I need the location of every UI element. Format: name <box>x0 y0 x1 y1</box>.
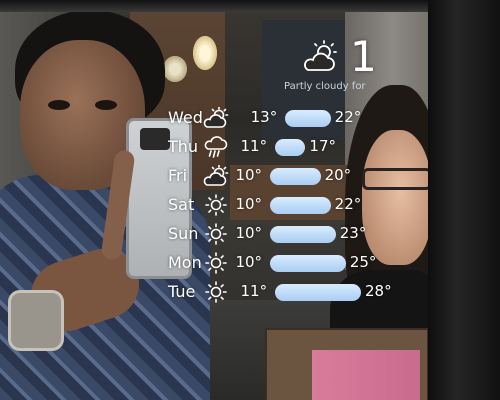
forecast-row: Fri 10° 20° <box>165 164 435 188</box>
forecast-high-temp: 22° <box>334 108 362 126</box>
forecast-high-temp: 22° <box>334 195 362 213</box>
temperature-range-bar <box>270 255 346 272</box>
forecast-row: Tue 11° 28° <box>165 280 435 304</box>
forecast-day: Sun <box>168 224 199 243</box>
temperature-range-bar <box>270 197 331 214</box>
forecast-low-temp: 13° <box>250 108 278 126</box>
forecast-low-temp: 11° <box>240 282 268 300</box>
current-temperature: 1 <box>350 32 378 81</box>
temperature-range-bar <box>270 226 336 243</box>
forecast-high-temp: 25° <box>349 253 377 271</box>
temperature-range-bar <box>270 168 321 185</box>
forecast-day: Wed <box>168 108 203 127</box>
forecast-high-temp: 20° <box>324 166 352 184</box>
weather-overlay: 1 Partly cloudy for Wed 13° 22° Thu 11° 17° Fr… <box>0 0 500 400</box>
forecast-row: Thu 11° 17° <box>165 135 435 159</box>
forecast-day: Sat <box>168 195 195 214</box>
forecast-low-temp: 10° <box>235 253 263 271</box>
temperature-range-bar <box>275 284 361 301</box>
forecast-high-temp: 17° <box>309 137 336 155</box>
current-summary: Partly cloudy for <box>284 81 366 92</box>
forecast-low-temp: 10° <box>235 195 263 213</box>
forecast-day: Tue <box>168 282 196 301</box>
forecast-day: Thu <box>168 137 199 156</box>
forecast-row: Wed 13° 22° <box>165 106 435 130</box>
forecast-row: Sun 10° 23° <box>165 222 435 246</box>
temperature-range-bar <box>285 110 331 127</box>
temperature-range-bar <box>275 139 306 156</box>
forecast-low-temp: 11° <box>240 137 268 155</box>
forecast-high-temp: 23° <box>339 224 367 242</box>
forecast-high-temp: 28° <box>365 282 392 300</box>
forecast-low-temp: 10° <box>235 224 263 242</box>
forecast-low-temp: 10° <box>235 166 263 184</box>
partly-cloudy-day-icon <box>203 107 229 128</box>
forecast-day: Mon <box>168 253 202 272</box>
forecast-day: Fri <box>168 166 188 185</box>
partly-cloudy-day-icon <box>304 40 337 71</box>
forecast-row: Sat 10° 22° <box>165 193 435 217</box>
forecast-row: Mon 10° 25° <box>165 251 435 275</box>
